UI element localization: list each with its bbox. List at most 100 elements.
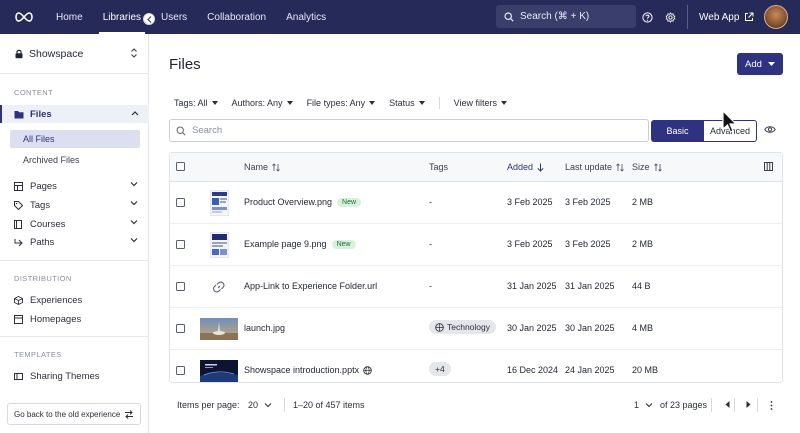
- go-back-button[interactable]: Go back to the old experience: [7, 403, 141, 425]
- columns-icon[interactable]: [764, 162, 773, 174]
- filter-file-types[interactable]: File types: Any: [307, 98, 376, 108]
- column-tags-label: Tags: [429, 162, 449, 172]
- theme-icon: [14, 372, 26, 381]
- mouse-cursor-icon: [722, 109, 738, 137]
- avatar[interactable]: [764, 5, 788, 29]
- table-row[interactable]: App-Link to Experience Folder.url - 31 J…: [170, 266, 782, 308]
- column-last-update-label: Last update: [565, 162, 613, 172]
- sidebar-item-sharing-themes-label: Sharing Themes: [30, 370, 100, 382]
- eye-icon[interactable]: [764, 125, 776, 137]
- sidebar-item-homepages[interactable]: Homepages: [14, 311, 140, 327]
- filter-file-types-label: File types: Any: [306, 98, 366, 108]
- global-search[interactable]: Search (⌘ + K): [496, 5, 636, 28]
- nav-analytics[interactable]: Analytics: [276, 0, 336, 34]
- row-checkbox[interactable]: [176, 366, 185, 375]
- chevron-down-icon: [130, 238, 138, 243]
- sidebar-item-archived-files[interactable]: Archived Files: [10, 151, 140, 169]
- new-badge: New: [337, 197, 362, 207]
- folder-icon: [14, 110, 26, 119]
- file-name[interactable]: launch.jpg: [244, 323, 285, 333]
- chevron-down-icon: [645, 403, 653, 408]
- table-row[interactable]: launch.jpg Technology 30 Jan 2025 30 Jan…: [170, 308, 782, 350]
- filter-authors[interactable]: Authors: Any: [232, 98, 293, 108]
- web-app-link[interactable]: Web App: [699, 0, 754, 34]
- file-thumbnail: [209, 189, 230, 219]
- prev-page-icon[interactable]: [719, 401, 730, 408]
- layout-icon: [14, 314, 26, 324]
- column-added-label: Added: [507, 162, 534, 172]
- table-row[interactable]: Example page 9.png New - 3 Feb 2025 3 Fe…: [170, 224, 782, 266]
- column-name-label: Name: [244, 162, 269, 172]
- globe-icon: [363, 365, 372, 375]
- workspace-switcher[interactable]: Showspace: [14, 46, 144, 62]
- table-row[interactable]: Showspace introduction.pptx +4 16 Dec 20…: [170, 350, 782, 382]
- logo-icon[interactable]: [14, 10, 34, 24]
- chevron-down-icon: [130, 182, 138, 187]
- view-filters-button[interactable]: View filters: [454, 98, 507, 108]
- pager-divider: [284, 398, 285, 412]
- chevron-up-icon: [131, 111, 139, 116]
- sidebar-item-sharing-themes[interactable]: Sharing Themes: [14, 368, 140, 384]
- row-checkbox[interactable]: [176, 198, 185, 207]
- add-button[interactable]: Add: [737, 53, 783, 75]
- file-tags: -: [429, 281, 432, 291]
- sidebar-divider: [0, 73, 149, 74]
- row-checkbox[interactable]: [176, 324, 185, 333]
- file-search: [169, 119, 649, 142]
- chevron-down-icon: [264, 403, 272, 408]
- filter-authors-label: Authors: Any: [231, 98, 283, 108]
- file-name-text: App-Link to Experience Folder.url: [244, 281, 378, 291]
- pages-icon: [14, 181, 26, 191]
- nav-users[interactable]: Users: [151, 0, 197, 34]
- sidebar-item-paths[interactable]: Paths: [14, 234, 140, 250]
- more-options-icon[interactable]: [764, 401, 773, 410]
- link-icon: [212, 280, 226, 297]
- file-name[interactable]: Example page 9.png New: [244, 239, 356, 249]
- sidebar-item-files[interactable]: Files: [0, 105, 149, 123]
- file-name[interactable]: App-Link to Experience Folder.url: [244, 281, 377, 291]
- nav-collaboration[interactable]: Collaboration: [197, 0, 276, 34]
- file-thumbnail: [200, 360, 238, 382]
- workspace-name: Showspace: [29, 48, 84, 60]
- row-checkbox[interactable]: [176, 240, 185, 249]
- cube-icon: [14, 295, 26, 305]
- sidebar-item-paths-label: Paths: [30, 236, 55, 248]
- sidebar-item-tags-label: Tags: [30, 199, 51, 211]
- collapse-sidebar-button[interactable]: [143, 13, 155, 25]
- page-select[interactable]: 1: [634, 400, 653, 410]
- nav-home[interactable]: Home: [46, 0, 93, 34]
- topbar-divider: [687, 5, 688, 29]
- column-last-update[interactable]: Last update: [565, 162, 624, 172]
- sidebar-item-all-files[interactable]: All Files: [10, 130, 140, 148]
- table-row[interactable]: Product Overview.png New - 3 Feb 2025 3 …: [170, 182, 782, 224]
- filter-status[interactable]: Status: [389, 98, 425, 108]
- sidebar-item-experiences[interactable]: Experiences: [14, 292, 140, 308]
- column-added[interactable]: Added: [507, 162, 544, 172]
- section-content: CONTENT: [14, 88, 54, 97]
- select-all-checkbox[interactable]: [176, 162, 185, 171]
- page-title: Files: [169, 56, 201, 73]
- arrow-down-icon: [537, 163, 544, 172]
- sidebar-item-files-label: Files: [30, 108, 52, 120]
- items-per-page-select[interactable]: 20: [248, 400, 272, 410]
- file-name[interactable]: Showspace introduction.pptx: [244, 365, 372, 375]
- sidebar-item-tags[interactable]: Tags: [14, 197, 140, 213]
- tag-pill[interactable]: Technology: [429, 320, 497, 334]
- pager-divider: [734, 398, 735, 412]
- sidebar-item-pages[interactable]: Pages: [14, 178, 140, 194]
- section-distribution: DISTRIBUTION: [14, 274, 72, 283]
- file-name[interactable]: Product Overview.png New: [244, 197, 362, 207]
- next-page-icon[interactable]: [740, 401, 751, 408]
- gear-icon[interactable]: [662, 9, 678, 25]
- mode-basic-button[interactable]: Basic: [651, 120, 704, 142]
- filter-tags[interactable]: Tags: All: [174, 98, 218, 108]
- sidebar-item-courses[interactable]: Courses: [14, 216, 140, 232]
- help-icon[interactable]: [639, 9, 655, 25]
- column-size[interactable]: Size: [632, 162, 662, 172]
- file-tags: -: [429, 197, 432, 207]
- swap-icon: [125, 410, 133, 419]
- column-name[interactable]: Name: [244, 162, 280, 172]
- tag-more-pill[interactable]: +4: [429, 362, 451, 376]
- search-input[interactable]: [192, 125, 592, 136]
- row-checkbox[interactable]: [176, 282, 185, 291]
